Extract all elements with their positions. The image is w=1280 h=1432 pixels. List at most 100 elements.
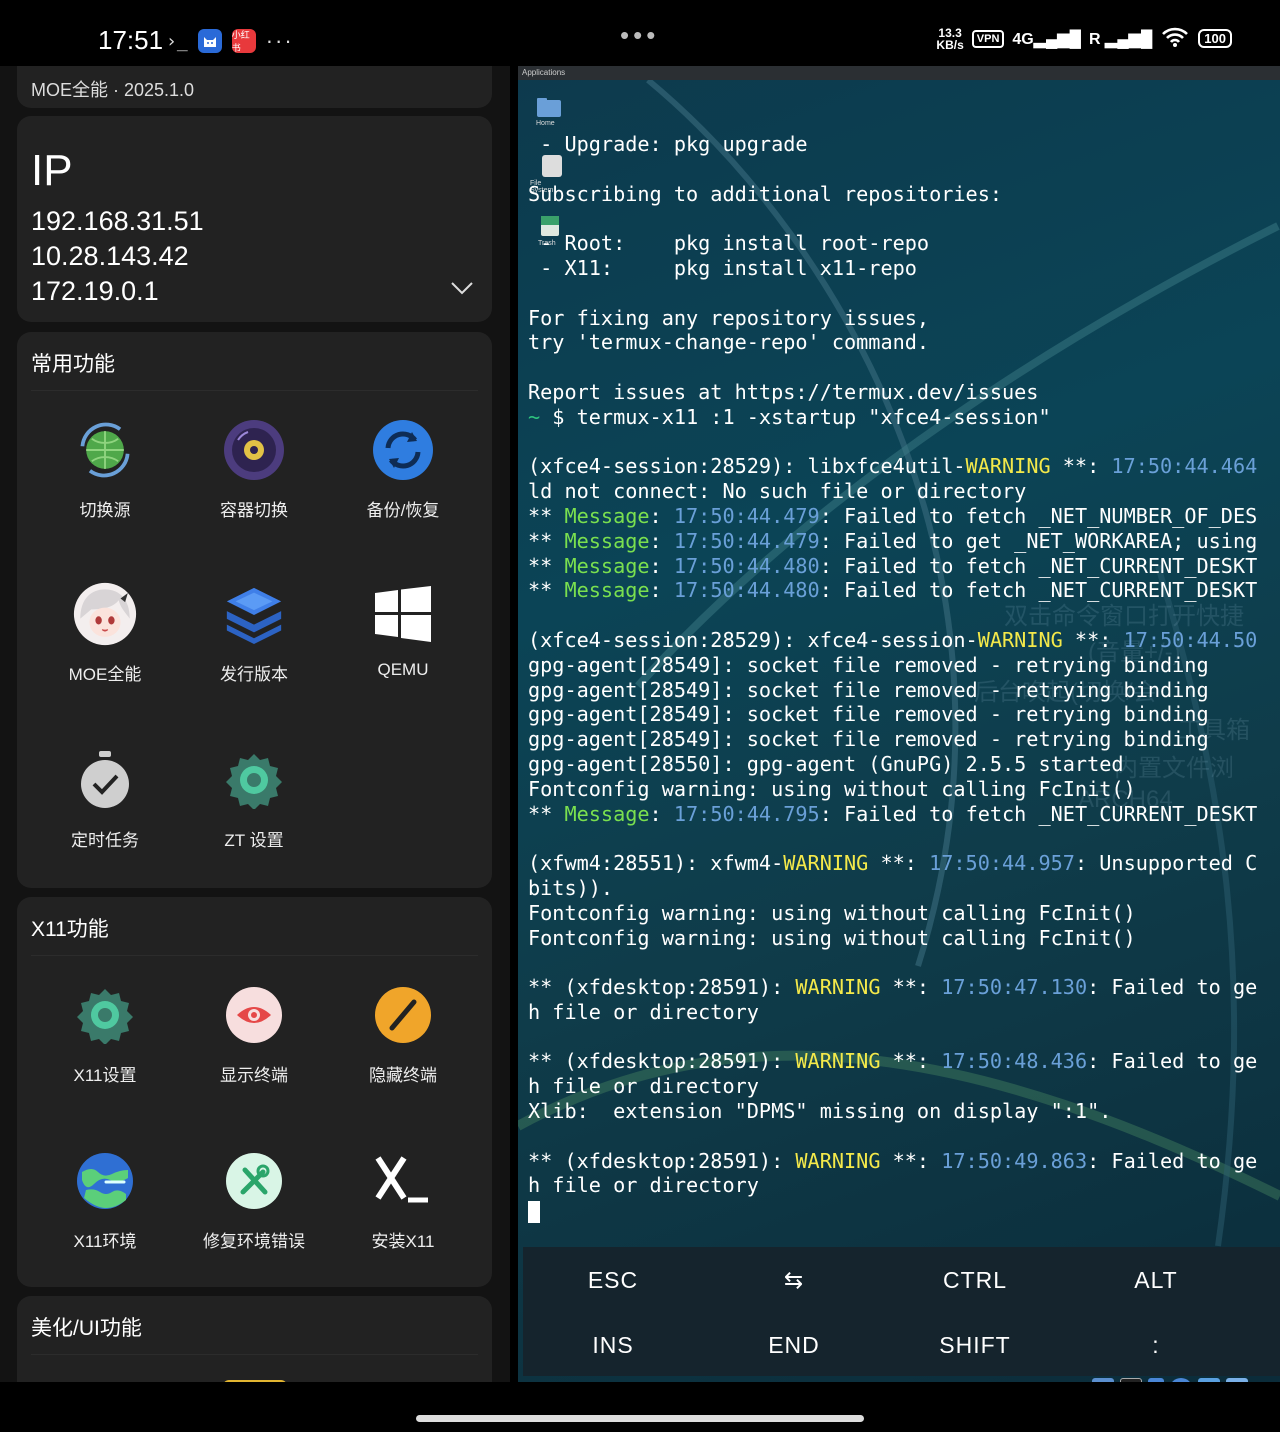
chevron-down-icon[interactable] xyxy=(450,276,474,300)
ins-key[interactable]: INS xyxy=(523,1332,703,1359)
hide-terminal-button[interactable]: 隐藏终端 xyxy=(328,983,478,1086)
ctrl-key[interactable]: CTRL xyxy=(885,1267,1065,1294)
terminal-text: : xyxy=(649,503,674,528)
section-title: X11功能 xyxy=(31,918,109,941)
terminal-text: h file or directory xyxy=(528,1173,759,1198)
section-title: 常用功能 xyxy=(31,353,115,376)
colon-key[interactable]: : xyxy=(1066,1332,1246,1359)
terminal-line xyxy=(528,206,1280,231)
terminal-line: Report issues at https://termux.dev/issu… xyxy=(528,380,1280,405)
show-terminal-button[interactable]: 显示终端 xyxy=(179,983,329,1086)
x-terminal-icon xyxy=(371,1149,435,1213)
terminal-text: ~ xyxy=(528,404,541,429)
terminal-text: **: xyxy=(880,975,942,1000)
terminal-line xyxy=(528,1124,1280,1149)
container-switch-button[interactable]: 容器切换 xyxy=(179,418,329,521)
terminal-text: gpg-agent[28549]: socket file removed - … xyxy=(528,727,1209,752)
stopwatch-check-icon xyxy=(73,748,137,812)
terminal-line: Fontconfig warning: using without callin… xyxy=(528,926,1280,951)
terminal-text: : Failed to ge xyxy=(1087,975,1258,1000)
cursor-line xyxy=(528,1198,1280,1223)
earth-icon xyxy=(73,1149,137,1213)
terminal-text: WARNING xyxy=(795,1148,881,1173)
xiaohongshu-icon: 小红书 xyxy=(231,29,256,53)
terminal-text: Fontconfig warning: using without callin… xyxy=(528,925,1136,950)
tab-key[interactable]: ⇆ xyxy=(704,1267,884,1294)
multiwindow-handle[interactable]: ••• xyxy=(620,20,659,51)
terminal-line: Fontconfig warning: using without callin… xyxy=(528,901,1280,926)
terminal-text: : xyxy=(649,528,674,553)
terminal-text: 17:50:47.130 xyxy=(941,975,1088,1000)
item-label: 备份/恢复 xyxy=(366,501,440,520)
terminal-line: For fixing any repository issues, xyxy=(528,306,1280,331)
terminal-text: $ termux-x11 :1 -xstartup "xfce4-session… xyxy=(540,404,1051,429)
terminal-line: h file or directory xyxy=(528,1173,1280,1198)
item-label: X11设置 xyxy=(73,1066,137,1085)
x11-settings-button[interactable]: X11设置 xyxy=(30,983,180,1086)
terminal-output[interactable]: - Upgrade: pkg upgrade Subscribing to ad… xyxy=(528,132,1280,1223)
backup-restore-button[interactable]: 备份/恢复 xyxy=(328,418,478,521)
layers-icon xyxy=(222,582,286,646)
terminal-line: (xfce4-session:28529): libxfce4util-WARN… xyxy=(528,454,1280,479)
terminal-line: bits)). xyxy=(528,876,1280,901)
terminal-text: 17:50:49.863 xyxy=(941,1148,1088,1173)
terminal-text: h file or directory xyxy=(528,1074,759,1099)
x11-environment-button[interactable]: X11环境 xyxy=(30,1149,180,1252)
applications-menu[interactable]: Applications xyxy=(522,68,565,77)
esc-key[interactable]: ESC xyxy=(523,1267,703,1294)
qemu-button[interactable]: QEMU xyxy=(328,582,478,680)
zt-settings-button[interactable]: ZT 设置 xyxy=(179,748,329,851)
terminal-text: 17:50:44.479 xyxy=(673,503,820,528)
terminal-text: : Failed to fetch _NET_CURRENT_DESKT xyxy=(819,578,1258,603)
terminal-text: gpg-agent[28549]: socket file removed - … xyxy=(528,702,1209,727)
ip-card[interactable]: IP 192.168.31.51 10.28.143.42 172.19.0.1 xyxy=(17,116,492,322)
switch-source-button[interactable]: 切换源 xyxy=(30,418,180,521)
desktop-home-icon[interactable]: Home xyxy=(536,96,566,127)
terminal-line xyxy=(528,430,1280,455)
eye-icon xyxy=(222,983,286,1047)
terminal-text: (xfwm4:28551): xfwm4- xyxy=(528,851,784,876)
end-key[interactable]: END xyxy=(704,1332,884,1359)
terminal-cursor xyxy=(528,1200,540,1223)
moe-all-button[interactable]: MOE全能 xyxy=(30,582,180,685)
terminal-line xyxy=(528,157,1280,182)
system-indicators: 13.3 KB/s VPN 4G▂▄▆█ R ▂▄▆█ 100 xyxy=(936,26,1232,51)
x11-desktop[interactable]: Applications Home File System Trash 双击命令… xyxy=(518,66,1280,1382)
distro-button[interactable]: 发行版本 xyxy=(179,582,329,685)
scheduled-task-button[interactable]: 定时任务 xyxy=(30,748,180,851)
extra-keys-bar: ESC ⇆ CTRL ALT INS END SHIFT : xyxy=(523,1247,1280,1376)
ip-address-list: 192.168.31.51 10.28.143.42 172.19.0.1 xyxy=(31,204,204,309)
install-x11-button[interactable]: 安装X11 xyxy=(328,1149,478,1252)
status-bar: 17:51 ›_ 小红书 ··· ••• 13.3 KB/s VPN 4G▂▄▆… xyxy=(0,0,1280,66)
terminal-text: ** (xfdesktop:28591): xyxy=(528,1049,796,1074)
version-card[interactable]: MOE全能 · 2025.1.0 xyxy=(17,66,492,108)
terminal-text: **: xyxy=(880,1049,942,1074)
terminal-line: ** Message: 17:50:44.479: Failed to get … xyxy=(528,529,1280,554)
tools-icon xyxy=(222,1149,286,1213)
shift-key[interactable]: SHIFT xyxy=(885,1332,1065,1359)
home-gesture-bar[interactable] xyxy=(416,1415,864,1422)
terminal-line: - Upgrade: pkg upgrade xyxy=(528,132,1280,157)
item-label: 修复环境错误 xyxy=(203,1232,305,1251)
slash-icon xyxy=(371,983,435,1047)
fix-env-errors-button[interactable]: 修复环境错误 xyxy=(179,1149,329,1252)
item-label: 切换源 xyxy=(79,501,131,520)
net-speed-unit: KB/s xyxy=(936,37,964,52)
terminal-line xyxy=(528,281,1280,306)
terminal-text: Fontconfig warning: using without callin… xyxy=(528,900,1136,925)
folder-icon xyxy=(537,98,561,117)
cat-app-icon xyxy=(197,29,222,53)
signal-icon: ▂▄▆█ xyxy=(1033,30,1082,48)
terminal-text: gpg-agent[28549]: socket file removed - … xyxy=(528,652,1209,677)
terminal-text: Report issues at https://termux.dev/issu… xyxy=(528,379,1039,404)
alt-key[interactable]: ALT xyxy=(1066,1267,1246,1294)
terminal-text: ld not connect: No such file or director… xyxy=(528,479,1027,504)
divider xyxy=(31,955,478,956)
terminal-text: : Failed to fetch _NET_NUMBER_OF_DES xyxy=(819,503,1258,528)
